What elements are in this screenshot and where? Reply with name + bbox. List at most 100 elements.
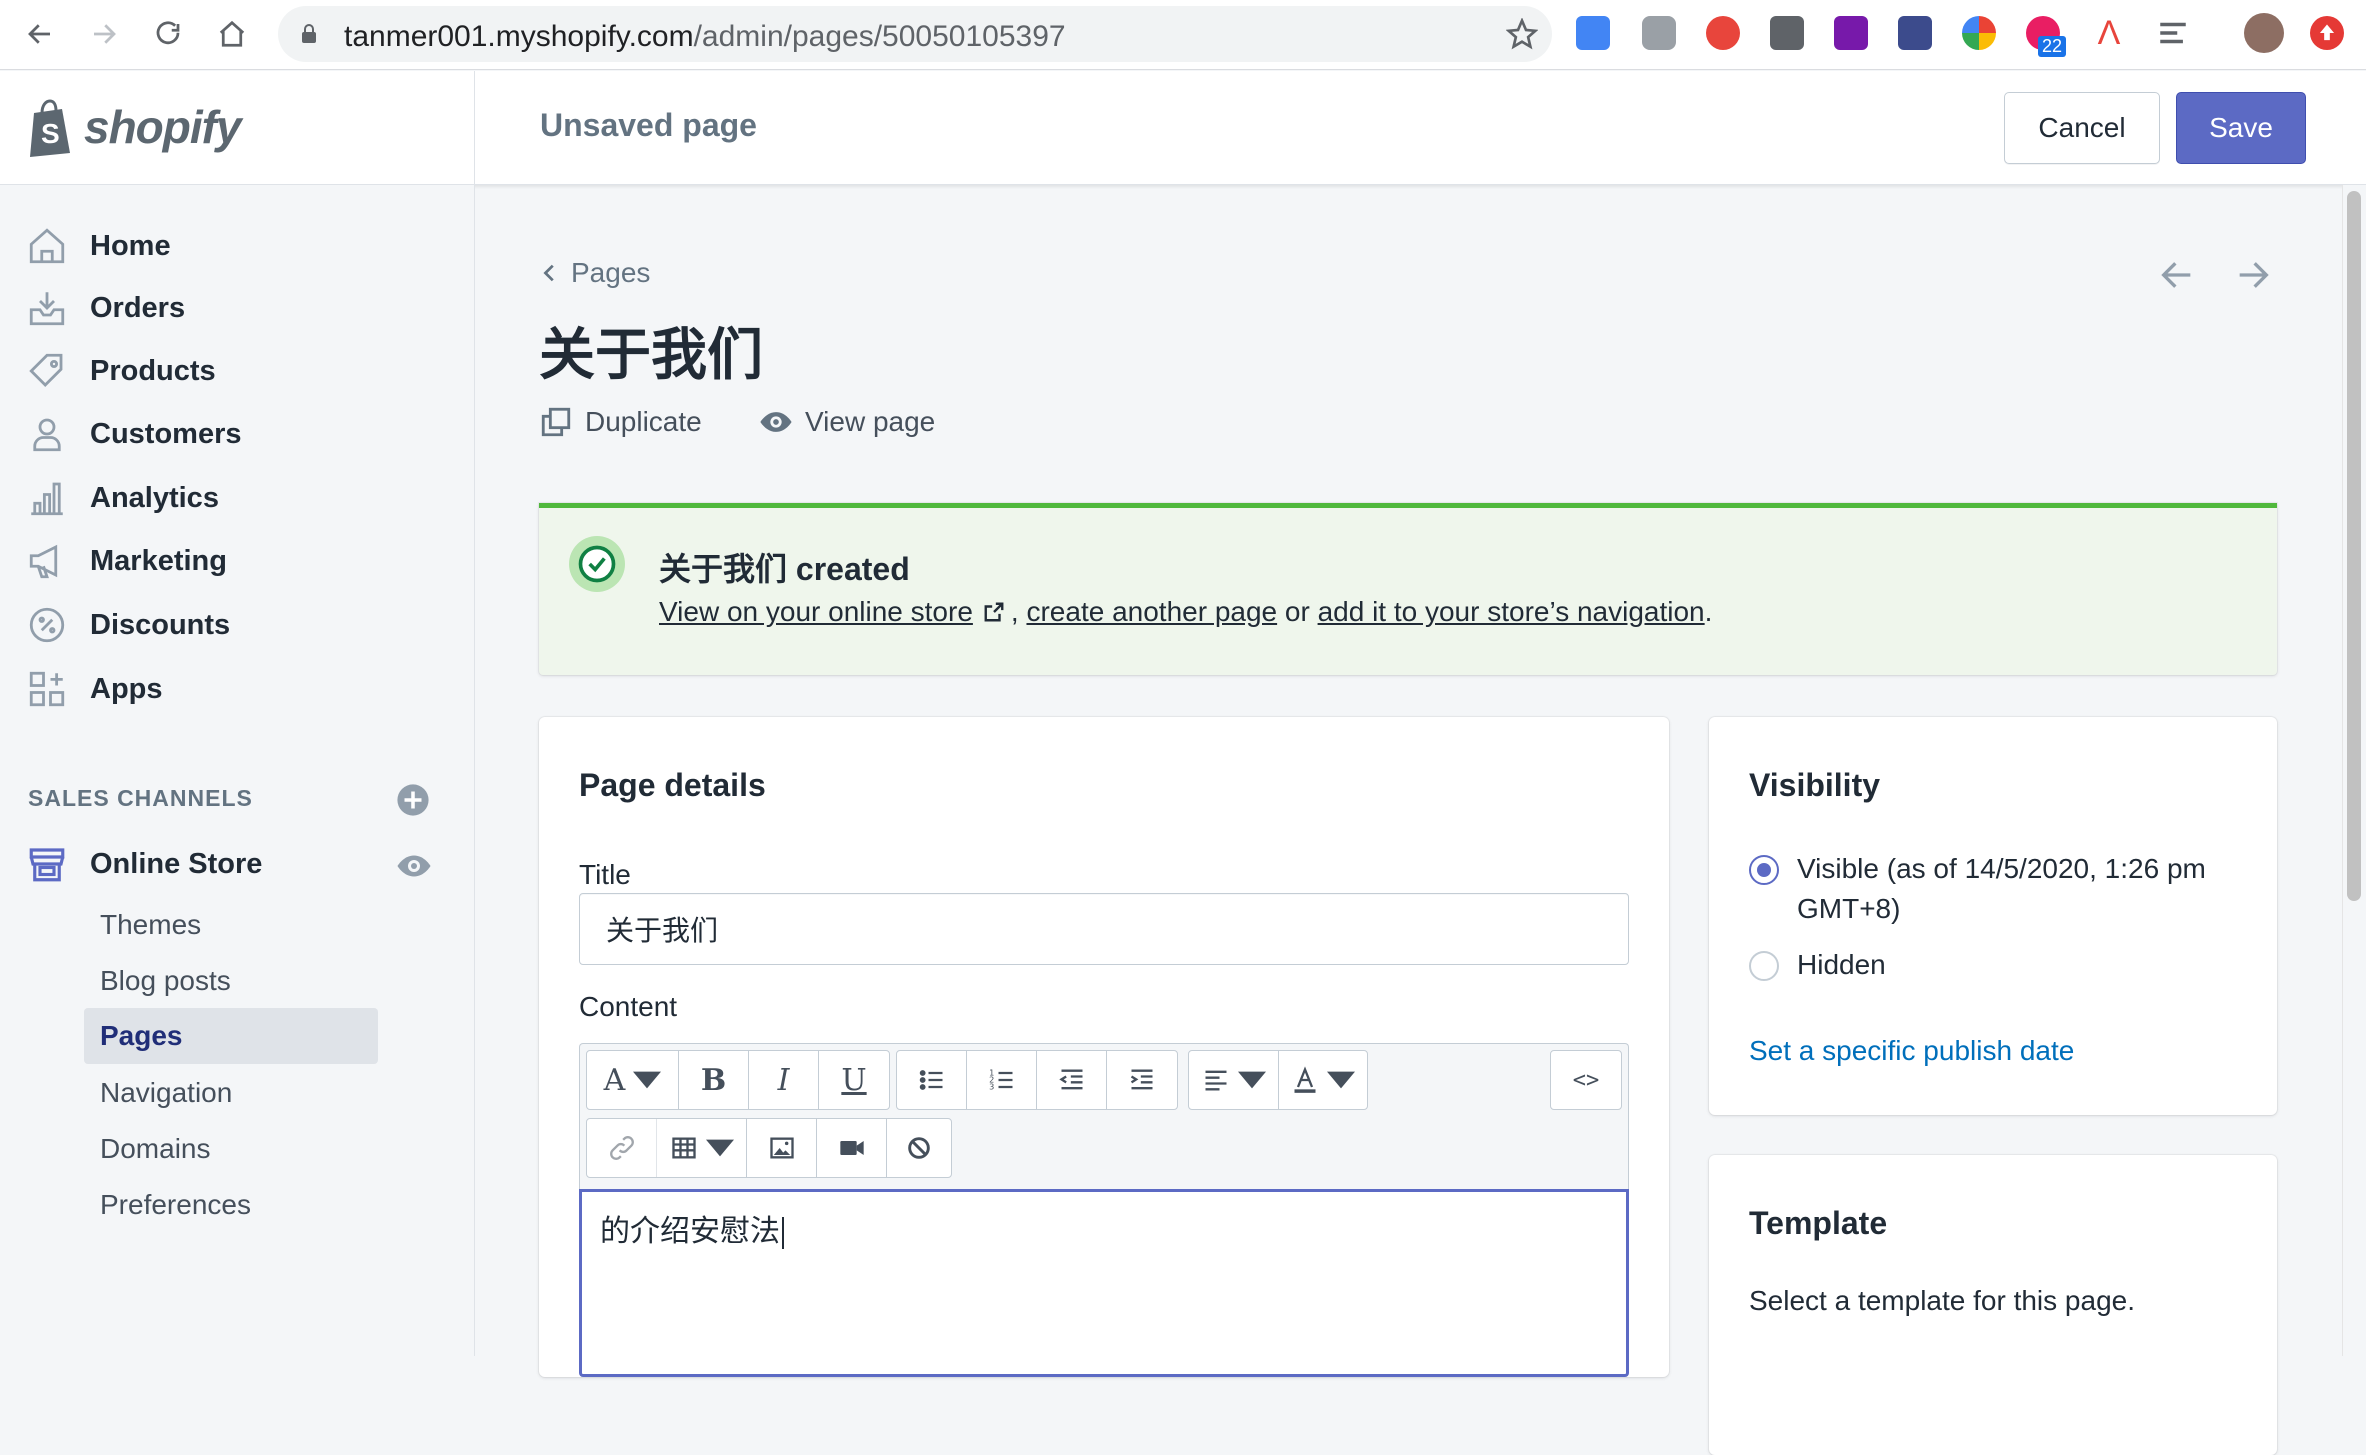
sidebar-subitem-domains[interactable]: Domains	[84, 1121, 378, 1177]
home-page-icon[interactable]	[210, 12, 254, 56]
home-icon	[29, 228, 65, 264]
set-publish-date-link[interactable]: Set a specific publish date	[1749, 1035, 2074, 1067]
menu-extension-icon[interactable]	[2156, 16, 2190, 50]
profile-avatar[interactable]	[2244, 13, 2284, 53]
view-page-action[interactable]: View page	[759, 405, 935, 439]
badge-extension-icon[interactable]: 22	[2026, 16, 2067, 57]
reload-icon[interactable]	[146, 12, 190, 56]
previous-page-arrow-icon[interactable]	[2157, 255, 2197, 295]
caret-extension-icon[interactable]: Λ	[2092, 16, 2126, 50]
svg-text:S: S	[41, 118, 60, 149]
hidden-option-label: Hidden	[1797, 949, 1886, 980]
alignment-dropdown[interactable]	[1189, 1051, 1279, 1109]
page-title: 关于我们	[539, 323, 763, 386]
forward-icon[interactable]	[82, 12, 126, 56]
visible-option[interactable]: Visible (as of 14/5/2020, 1:26 pm GMT+8)	[1749, 849, 2257, 929]
eye-icon[interactable]	[396, 848, 432, 884]
template-description: Select a template for this page.	[1749, 1285, 2135, 1316]
bulleted-list-icon	[919, 1070, 942, 1090]
lock-icon	[302, 24, 316, 43]
rich-text-toolbar: A B I U 123 <>	[579, 1043, 1629, 1189]
bookmark-star-icon[interactable]	[1506, 18, 1538, 50]
template-heading: Template	[1749, 1205, 1888, 1241]
bulb-extension-icon[interactable]	[1770, 16, 1804, 50]
sidebar-subitem-blog-posts[interactable]: Blog posts	[84, 953, 378, 1009]
font-style-dropdown[interactable]: A	[587, 1051, 679, 1109]
save-button[interactable]: Save	[2176, 92, 2306, 164]
insert-image-button[interactable]	[747, 1119, 817, 1177]
banner-separator: ,	[1010, 596, 1019, 627]
bulleted-list-button[interactable]	[897, 1051, 967, 1109]
content-editor[interactable]: 的介绍安慰法	[579, 1189, 1629, 1377]
indent-button[interactable]	[1107, 1051, 1177, 1109]
sidebar-item-apps[interactable]: Apps	[26, 664, 163, 714]
sidebar-item-online-store[interactable]: Online Store	[26, 839, 262, 889]
link-button[interactable]	[587, 1119, 657, 1177]
create-another-page-link[interactable]: create another page	[1026, 596, 1277, 628]
sidebar-subitem-themes[interactable]: Themes	[84, 897, 378, 953]
sidebar-item-marketing[interactable]: Marketing	[26, 536, 227, 586]
add-to-navigation-link[interactable]: add it to your store’s navigation	[1318, 596, 1705, 628]
sidebar-item-discounts[interactable]: Discounts	[26, 600, 230, 650]
chrome-extension-icon[interactable]	[1962, 16, 1996, 50]
banner-title: 关于我们 created	[659, 551, 910, 587]
orders-icon	[29, 292, 65, 326]
next-page-arrow-icon[interactable]	[2233, 255, 2273, 295]
underline-button[interactable]: U	[819, 1051, 889, 1109]
page-details-heading: Page details	[579, 767, 766, 803]
visible-radio[interactable]	[1749, 855, 1779, 885]
sidebar-subitem-navigation[interactable]: Navigation	[84, 1065, 378, 1121]
scrollbar-thumb[interactable]	[2347, 191, 2361, 901]
person-icon	[33, 418, 61, 452]
sidebar-item-label: Discounts	[90, 608, 231, 641]
text-color-dropdown[interactable]	[1279, 1051, 1367, 1109]
sales-channels-heading: SALES CHANNELS	[28, 785, 253, 811]
hidden-option[interactable]: Hidden	[1749, 945, 2257, 985]
shopify-logo[interactable]: S shopify	[26, 97, 242, 157]
numbered-list-button[interactable]: 123	[967, 1051, 1037, 1109]
address-bar[interactable]: tanmer001.myshopify.com/admin/pages/5005…	[278, 6, 1552, 62]
numbered-list-icon: 123	[989, 1067, 1012, 1091]
clear-formatting-button[interactable]	[887, 1119, 951, 1177]
infinity-extension-icon[interactable]	[1706, 16, 1740, 50]
title-label: Title	[579, 859, 631, 890]
url-host: tanmer001.myshopify.com	[344, 20, 694, 53]
translate-extension-icon[interactable]	[1576, 16, 1610, 50]
camera-extension-icon[interactable]	[1642, 16, 1676, 50]
format-group: A B I U	[586, 1050, 890, 1110]
italic-button[interactable]: I	[749, 1051, 819, 1109]
html-source-button[interactable]: <>	[1551, 1051, 1621, 1109]
megaphone-icon	[29, 544, 58, 579]
sidebar-item-label: Apps	[90, 672, 163, 705]
title-input[interactable]	[579, 893, 1629, 965]
sidebar-item-orders[interactable]: Orders	[26, 283, 185, 333]
hidden-radio[interactable]	[1749, 951, 1779, 981]
insert-video-button[interactable]	[817, 1119, 887, 1177]
sidebar-item-products[interactable]: Products	[26, 346, 216, 396]
outdent-button[interactable]	[1037, 1051, 1107, 1109]
breadcrumb[interactable]: Pages	[539, 257, 650, 289]
add-channel-icon[interactable]	[396, 783, 430, 817]
visible-option-label: Visible (as of 14/5/2020, 1:26 pm GMT+8)	[1797, 853, 2206, 924]
contextual-heading: Unsaved page	[540, 107, 757, 143]
sidebar-item-label: Marketing	[90, 544, 227, 577]
back-icon[interactable]	[18, 12, 62, 56]
apps-icon	[29, 671, 65, 707]
onenote-extension-icon[interactable]	[1834, 16, 1868, 50]
sidebar-item-analytics[interactable]: Analytics	[26, 473, 219, 523]
sidebar-subitem-preferences[interactable]: Preferences	[84, 1177, 378, 1233]
scrollbar[interactable]	[2342, 185, 2366, 1356]
view-online-store-link[interactable]: View on your online store	[659, 596, 973, 628]
update-icon[interactable]	[2310, 16, 2344, 50]
banner-period: .	[1704, 596, 1713, 627]
cancel-button[interactable]: Cancel	[2004, 92, 2160, 164]
sidebar-item-home[interactable]: Home	[26, 221, 171, 271]
bold-button[interactable]: B	[679, 1051, 749, 1109]
sidebar-subitem-pages[interactable]: Pages	[84, 1008, 378, 1064]
sidebar-item-customers[interactable]: Customers	[26, 409, 242, 459]
svg-text:3: 3	[989, 1081, 994, 1091]
table-dropdown[interactable]	[657, 1119, 747, 1177]
card-extension-icon[interactable]	[1898, 16, 1932, 50]
duplicate-action[interactable]: Duplicate	[539, 405, 702, 439]
url-text: tanmer001.myshopify.com/admin/pages/5005…	[344, 20, 1066, 54]
